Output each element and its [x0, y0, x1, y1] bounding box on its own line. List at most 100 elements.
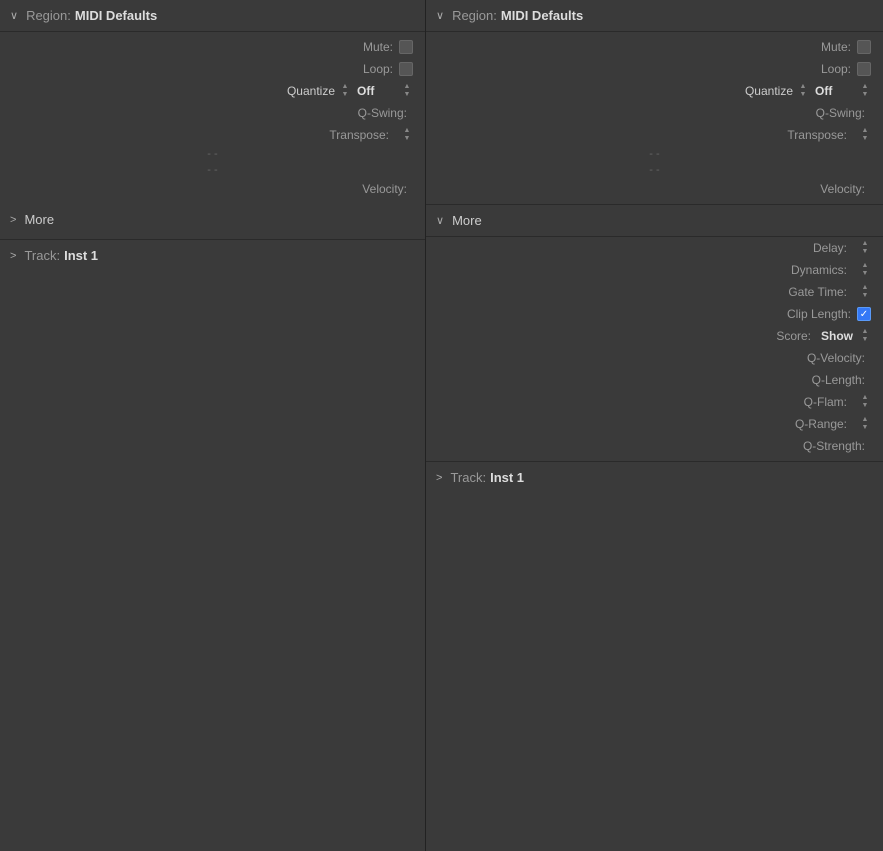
left-track-row[interactable]: > Track: Inst 1: [0, 239, 425, 271]
left-transpose-up-icon[interactable]: ▲: [401, 127, 413, 135]
left-quantize-right-down-icon[interactable]: ▼: [401, 91, 413, 99]
right-gate-time-up-icon[interactable]: ▲: [859, 284, 871, 292]
left-quantize-down-icon[interactable]: ▼: [339, 91, 351, 99]
right-dynamics-label: Dynamics:: [791, 263, 847, 277]
right-score-row: Score: Show ▲ ▼: [426, 325, 883, 347]
right-score-stepper[interactable]: ▲ ▼: [859, 328, 871, 344]
left-transpose-down-icon[interactable]: ▼: [401, 135, 413, 143]
right-dash-1-text: - -: [649, 148, 659, 160]
right-loop-row: Loop:: [426, 58, 883, 80]
left-region-name: MIDI Defaults: [75, 8, 157, 23]
right-dynamics-down-icon[interactable]: ▼: [859, 270, 871, 278]
left-more-row[interactable]: > More: [0, 204, 425, 235]
right-region-name: MIDI Defaults: [501, 8, 583, 23]
right-form-rows: Mute: Loop: Quantize ▲ ▼ Off ▲ ▼ Q-Swing…: [426, 32, 883, 204]
right-score-up-icon[interactable]: ▲: [859, 328, 871, 336]
right-velocity-label: Velocity:: [820, 182, 865, 196]
right-quantize-right-stepper[interactable]: ▲ ▼: [859, 83, 871, 99]
right-gate-time-label: Gate Time:: [788, 285, 847, 299]
right-delay-up-icon[interactable]: ▲: [859, 240, 871, 248]
right-q-flam-label: Q-Flam:: [804, 395, 847, 409]
right-quantize-stepper[interactable]: ▲ ▼: [797, 83, 809, 99]
left-loop-row: Loop:: [0, 58, 425, 80]
right-transpose-label: Transpose:: [787, 128, 847, 142]
right-clip-length-checkbox[interactable]: ✓: [857, 307, 871, 321]
right-q-flam-stepper[interactable]: ▲ ▼: [859, 394, 871, 410]
right-track-row[interactable]: > Track: Inst 1: [426, 461, 883, 493]
right-dash-row-1: - -: [426, 146, 883, 162]
right-more-expanded-section: Delay: ▲ ▼ Dynamics: ▲ ▼ Gate Time: ▲ ▼ …: [426, 237, 883, 457]
right-q-strength-row: Q-Strength:: [426, 435, 883, 457]
left-track-chevron-right-icon[interactable]: >: [10, 250, 16, 262]
right-score-down-icon[interactable]: ▼: [859, 336, 871, 344]
right-section-header[interactable]: ∨ Region: MIDI Defaults: [426, 0, 883, 32]
left-velocity-label: Velocity:: [362, 182, 407, 196]
left-dash-row-1: - -: [0, 146, 425, 162]
left-quantize-up-icon[interactable]: ▲: [339, 83, 351, 91]
right-quantize-right-down-icon[interactable]: ▼: [859, 91, 871, 99]
left-mute-row: Mute:: [0, 36, 425, 58]
left-section-chevron-down-icon[interactable]: ∨: [10, 9, 18, 22]
left-dash-row-2: - -: [0, 162, 425, 178]
right-q-velocity-label: Q-Velocity:: [807, 351, 865, 365]
left-transpose-label: Transpose:: [329, 128, 389, 142]
right-track-name: Inst 1: [490, 470, 524, 485]
right-q-flam-down-icon[interactable]: ▼: [859, 402, 871, 410]
right-mute-checkbox[interactable]: [857, 40, 871, 54]
right-q-range-up-icon[interactable]: ▲: [859, 416, 871, 424]
left-region-label: Region:: [26, 8, 71, 23]
right-clip-length-row: Clip Length: ✓: [426, 303, 883, 325]
right-loop-checkbox[interactable]: [857, 62, 871, 76]
right-delay-label: Delay:: [813, 241, 847, 255]
right-dynamics-stepper[interactable]: ▲ ▼: [859, 262, 871, 278]
right-quantize-right-up-icon[interactable]: ▲: [859, 83, 871, 91]
right-gate-time-row: Gate Time: ▲ ▼: [426, 281, 883, 303]
right-q-range-stepper[interactable]: ▲ ▼: [859, 416, 871, 432]
left-loop-checkbox[interactable]: [399, 62, 413, 76]
right-section-chevron-down-icon[interactable]: ∨: [436, 9, 444, 22]
right-transpose-up-icon[interactable]: ▲: [859, 127, 871, 135]
right-track-chevron-right-icon[interactable]: >: [436, 472, 442, 484]
left-quantize-stepper[interactable]: ▲ ▼: [339, 83, 351, 99]
left-quantize-row: Quantize ▲ ▼ Off ▲ ▼: [0, 80, 425, 102]
right-q-flam-row: Q-Flam: ▲ ▼: [426, 391, 883, 413]
right-delay-down-icon[interactable]: ▼: [859, 248, 871, 256]
right-gate-time-stepper[interactable]: ▲ ▼: [859, 284, 871, 300]
right-more-label: More: [452, 213, 482, 228]
right-quantize-value: Off: [815, 84, 855, 98]
right-q-range-down-icon[interactable]: ▼: [859, 424, 871, 432]
right-delay-stepper[interactable]: ▲ ▼: [859, 240, 871, 256]
right-delay-row: Delay: ▲ ▼: [426, 237, 883, 259]
left-qswing-label: Q-Swing:: [358, 106, 407, 120]
left-more-label: More: [24, 212, 54, 227]
right-transpose-stepper[interactable]: ▲ ▼: [859, 127, 871, 143]
right-transpose-row: Transpose: ▲ ▼: [426, 124, 883, 146]
left-quantize-right-up-icon[interactable]: ▲: [401, 83, 413, 91]
left-transpose-stepper[interactable]: ▲ ▼: [401, 127, 413, 143]
left-mute-label: Mute:: [363, 40, 393, 54]
right-q-range-label: Q-Range:: [795, 417, 847, 431]
right-more-chevron-down-icon[interactable]: ∨: [436, 214, 444, 227]
left-transpose-row: Transpose: ▲ ▼: [0, 124, 425, 146]
right-dash-2-text: - -: [649, 164, 659, 176]
right-gate-time-down-icon[interactable]: ▼: [859, 292, 871, 300]
left-mute-checkbox[interactable]: [399, 40, 413, 54]
right-quantize-down-icon[interactable]: ▼: [797, 91, 809, 99]
right-transpose-down-icon[interactable]: ▼: [859, 135, 871, 143]
right-dynamics-up-icon[interactable]: ▲: [859, 262, 871, 270]
left-section-header[interactable]: ∨ Region: MIDI Defaults: [0, 0, 425, 32]
left-quantize-right-stepper[interactable]: ▲ ▼: [401, 83, 413, 99]
right-q-length-row: Q-Length:: [426, 369, 883, 391]
right-velocity-row: Velocity:: [426, 178, 883, 200]
right-q-flam-up-icon[interactable]: ▲: [859, 394, 871, 402]
right-dash-row-2: - -: [426, 162, 883, 178]
right-mute-row: Mute:: [426, 36, 883, 58]
right-quantize-up-icon[interactable]: ▲: [797, 83, 809, 91]
left-more-chevron-right-icon[interactable]: >: [10, 214, 16, 226]
right-more-row[interactable]: ∨ More: [426, 204, 883, 237]
right-score-value: Show: [821, 329, 853, 343]
left-panel: ∨ Region: MIDI Defaults Mute: Loop: Quan…: [0, 0, 426, 851]
right-q-strength-label: Q-Strength:: [803, 439, 865, 453]
left-track-label: Track:: [24, 248, 60, 263]
right-score-label: Score:: [776, 329, 811, 343]
